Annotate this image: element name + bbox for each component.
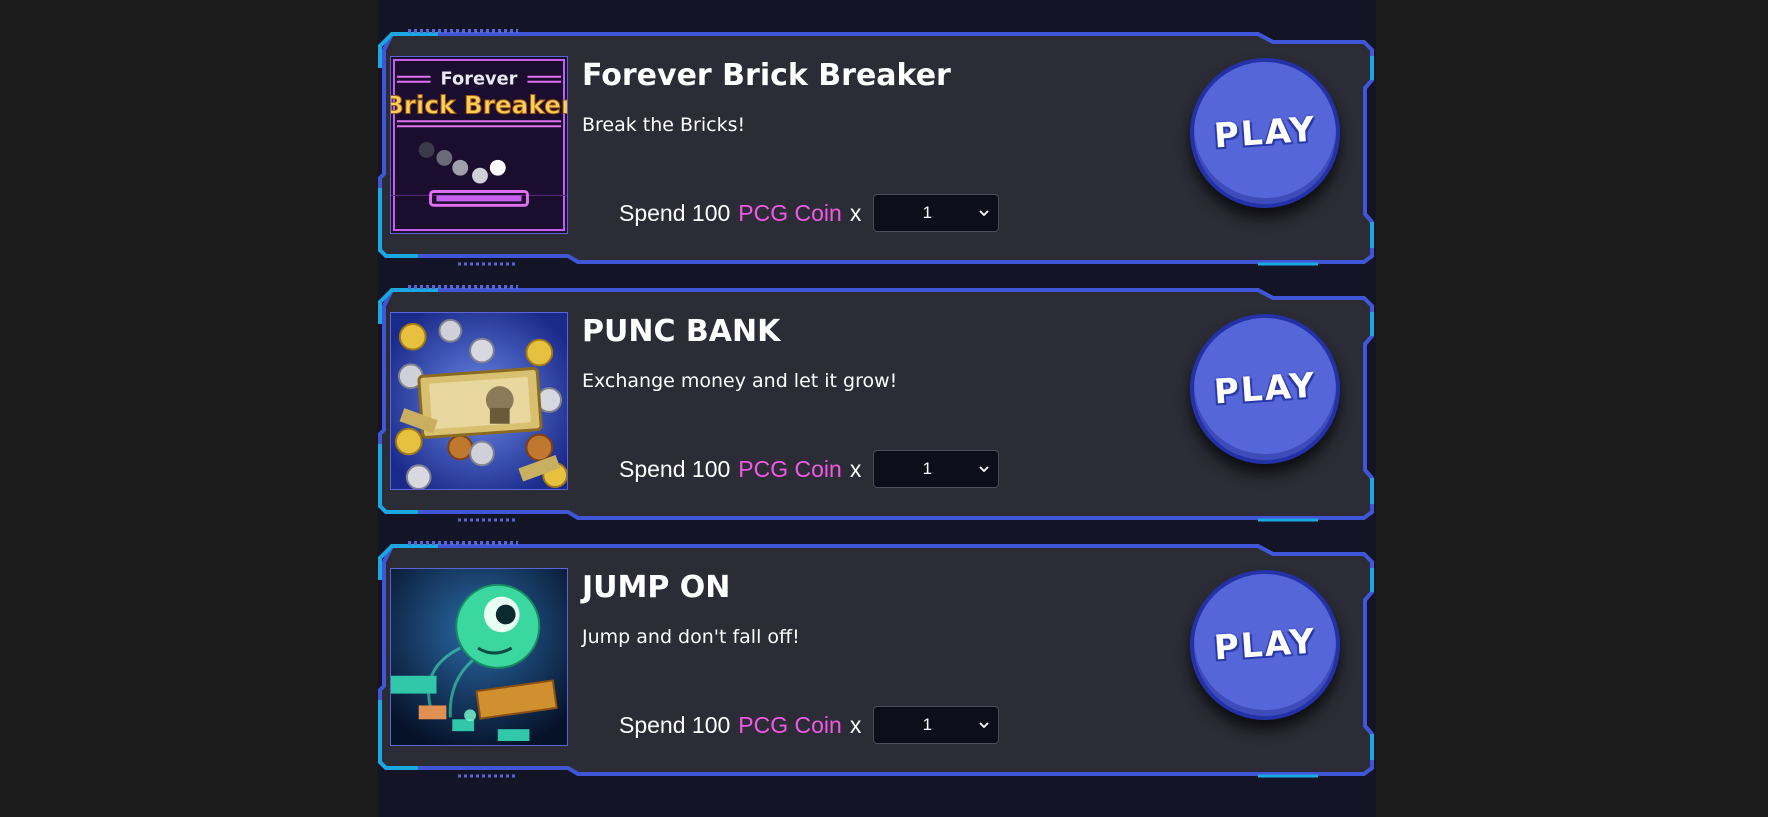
quantity-value: 1 [922,203,933,222]
jump-on-art [391,569,567,745]
play-button[interactable]: PLAY [1190,58,1340,208]
game-thumbnail[interactable] [390,568,568,746]
svg-text:Forever: Forever [441,69,518,90]
play-button[interactable]: PLAY [1190,314,1340,464]
quantity-select[interactable]: 1 [873,450,1000,488]
coin-label: PCG Coin [738,455,842,482]
game-thumbnail[interactable]: Forever Brick Breaker [390,56,568,234]
play-label: PLAY [1212,109,1318,157]
spend-row: Spend 100 PCG Coin x 1 [619,194,1000,232]
page-background: Forever Brick Breaker Forever Brick Brea… [0,0,1768,817]
chevron-down-icon [979,210,989,217]
game-card-forever-brick-breaker: Forever Brick Breaker Forever Brick Brea… [378,28,1376,268]
quantity-select[interactable]: 1 [873,194,1000,232]
brick-breaker-art: Forever Brick Breaker [391,57,567,233]
coin-label: PCG Coin [738,199,842,226]
quantity-select[interactable]: 1 [873,706,1000,744]
game-title: PUNC BANK [582,314,781,349]
chevron-down-icon [979,466,989,473]
multiplier-sign: x [849,455,862,482]
spend-text: Spend 100 [619,199,731,226]
play-button[interactable]: PLAY [1190,570,1340,720]
game-thumbnail[interactable] [390,312,568,490]
spend-text: Spend 100 [619,455,731,482]
quantity-value: 1 [922,715,933,734]
play-label: PLAY [1212,621,1318,669]
game-description: Break the Bricks! [582,114,746,136]
quantity-value: 1 [922,459,933,478]
multiplier-sign: x [849,199,862,226]
game-card-punc-bank: PUNC BANK Exchange money and let it grow… [378,284,1376,524]
spend-row: Spend 100 PCG Coin x 1 [619,450,1000,488]
game-title: Forever Brick Breaker [582,58,951,93]
game-description: Exchange money and let it grow! [582,370,898,392]
game-description: Jump and don't fall off! [582,626,800,648]
spend-text: Spend 100 [619,711,731,738]
multiplier-sign: x [849,711,862,738]
game-card-jump-on: JUMP ON Jump and don't fall off! Spend 1… [378,540,1376,780]
coin-label: PCG Coin [738,711,842,738]
svg-text:Brick Breaker: Brick Breaker [391,90,567,119]
spend-row: Spend 100 PCG Coin x 1 [619,706,1000,744]
chevron-down-icon [979,722,989,729]
game-title: JUMP ON [582,570,731,605]
punc-bank-art [391,313,567,489]
play-label: PLAY [1212,365,1318,413]
